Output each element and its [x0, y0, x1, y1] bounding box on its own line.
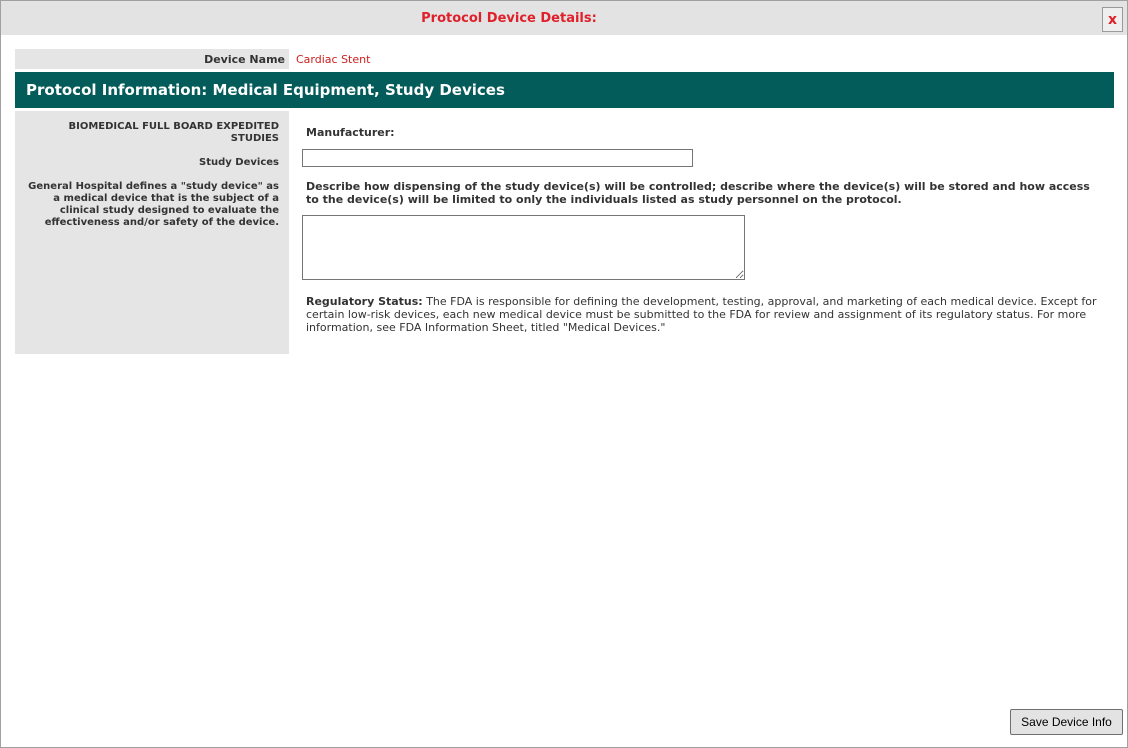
device-form: Manufacturer: Describe how dispensing of… — [301, 111, 1114, 354]
protocol-device-dialog: Protocol Device Details: x Device Name C… — [0, 0, 1128, 748]
save-device-info-button[interactable]: Save Device Info — [1010, 709, 1123, 735]
device-name-row: Device Name Cardiac Stent — [15, 49, 1114, 69]
dialog-titlebar: Protocol Device Details: x — [1, 1, 1127, 35]
panel-subheading: Study Devices — [199, 157, 279, 168]
regulatory-status: Regulatory Status: The FDA is responsibl… — [306, 295, 1106, 334]
dispensing-textarea[interactable] — [302, 215, 745, 280]
close-button[interactable]: x — [1102, 7, 1123, 32]
regulatory-status-text: The FDA is responsible for defining the … — [306, 295, 1097, 334]
left-info-panel: BIOMEDICAL FULL BOARD EXPEDITED STUDIES … — [15, 111, 289, 354]
device-name-label-cell: Device Name — [15, 49, 289, 69]
device-name-label: Device Name — [204, 53, 285, 66]
manufacturer-input[interactable] — [302, 149, 693, 167]
dialog-title: Protocol Device Details: — [421, 11, 597, 26]
device-name-value: Cardiac Stent — [296, 53, 371, 66]
manufacturer-label: Manufacturer: — [306, 126, 395, 139]
dispensing-label: Describe how dispensing of the study dev… — [306, 180, 1090, 206]
panel-description: General Hospital defines a "study device… — [28, 181, 279, 228]
regulatory-status-label: Regulatory Status: — [306, 295, 423, 308]
panel-heading: BIOMEDICAL FULL BOARD EXPEDITED STUDIES — [68, 121, 279, 144]
section-header: Protocol Information: Medical Equipment,… — [15, 72, 1114, 108]
